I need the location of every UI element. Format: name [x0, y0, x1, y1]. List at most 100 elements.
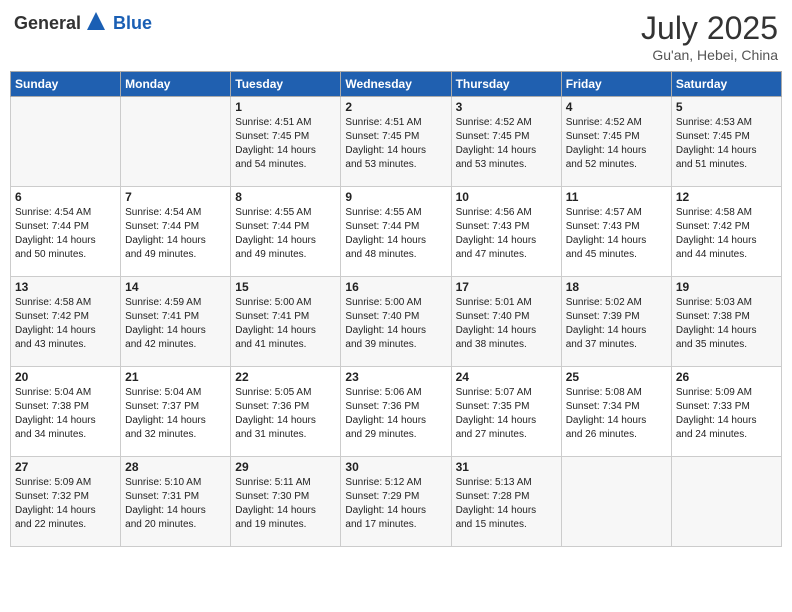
- day-info: Sunrise: 5:06 AM Sunset: 7:36 PM Dayligh…: [345, 386, 446, 442]
- day-info: Sunrise: 5:03 AM Sunset: 7:38 PM Dayligh…: [676, 296, 777, 352]
- day-info: Sunrise: 5:05 AM Sunset: 7:36 PM Dayligh…: [235, 386, 336, 442]
- header-cell-saturday: Saturday: [671, 72, 781, 97]
- day-number: 1: [235, 100, 336, 114]
- day-info: Sunrise: 4:56 AM Sunset: 7:43 PM Dayligh…: [456, 206, 557, 262]
- day-cell: 6 Sunrise: 4:54 AM Sunset: 7:44 PM Daylig…: [11, 187, 121, 277]
- day-number: 30: [345, 460, 446, 474]
- day-cell: 13 Sunrise: 4:58 AM Sunset: 7:42 PM Dayli…: [11, 277, 121, 367]
- day-number: 27: [15, 460, 116, 474]
- day-number: 16: [345, 280, 446, 294]
- day-info: Sunrise: 5:02 AM Sunset: 7:39 PM Dayligh…: [566, 296, 667, 352]
- day-cell: 24 Sunrise: 5:07 AM Sunset: 7:35 PM Dayli…: [451, 367, 561, 457]
- day-cell: 21 Sunrise: 5:04 AM Sunset: 7:37 PM Dayli…: [121, 367, 231, 457]
- day-cell: 20Sunrise: 5:04 AM Sunset: 7:38 PM Dayli…: [11, 367, 121, 457]
- day-cell: 26 Sunrise: 5:09 AM Sunset: 7:33 PM Dayli…: [671, 367, 781, 457]
- header-cell-friday: Friday: [561, 72, 671, 97]
- title-block: July 2025 Gu'an, Hebei, China: [641, 10, 778, 63]
- day-cell: 23 Sunrise: 5:06 AM Sunset: 7:36 PM Dayli…: [341, 367, 451, 457]
- day-number: 11: [566, 190, 667, 204]
- month-title: July 2025: [641, 10, 778, 47]
- day-cell: 4Sunrise: 4:52 AM Sunset: 7:45 PM Daylig…: [561, 97, 671, 187]
- day-number: 24: [456, 370, 557, 384]
- header-cell-monday: Monday: [121, 72, 231, 97]
- header-cell-sunday: Sunday: [11, 72, 121, 97]
- day-number: 8: [235, 190, 336, 204]
- day-info: Sunrise: 4:55 AM Sunset: 7:44 PM Dayligh…: [345, 206, 446, 262]
- day-info: Sunrise: 5:13 AM Sunset: 7:28 PM Dayligh…: [456, 476, 557, 532]
- day-number: 7: [125, 190, 226, 204]
- day-cell: 19Sunrise: 5:03 AM Sunset: 7:38 PM Dayli…: [671, 277, 781, 367]
- day-info: Sunrise: 5:00 AM Sunset: 7:41 PM Dayligh…: [235, 296, 336, 352]
- day-cell: [561, 457, 671, 547]
- day-cell: [121, 97, 231, 187]
- day-number: 25: [566, 370, 667, 384]
- day-cell: 22 Sunrise: 5:05 AM Sunset: 7:36 PM Dayli…: [231, 367, 341, 457]
- day-number: 6: [15, 190, 116, 204]
- day-info: Sunrise: 4:51 AM Sunset: 7:45 PM Dayligh…: [235, 116, 336, 172]
- week-row-4: 20Sunrise: 5:04 AM Sunset: 7:38 PM Dayli…: [11, 367, 782, 457]
- day-cell: 5 Sunrise: 4:53 AM Sunset: 7:45 PM Daylig…: [671, 97, 781, 187]
- day-number: 14: [125, 280, 226, 294]
- day-cell: 27 Sunrise: 5:09 AM Sunset: 7:32 PM Dayli…: [11, 457, 121, 547]
- day-number: 5: [676, 100, 777, 114]
- day-cell: 12Sunrise: 4:58 AM Sunset: 7:42 PM Dayli…: [671, 187, 781, 277]
- day-number: 20: [15, 370, 116, 384]
- day-info: Sunrise: 5:04 AM Sunset: 7:37 PM Dayligh…: [125, 386, 226, 442]
- header-cell-thursday: Thursday: [451, 72, 561, 97]
- day-number: 9: [345, 190, 446, 204]
- day-number: 28: [125, 460, 226, 474]
- day-number: 26: [676, 370, 777, 384]
- day-cell: 17 Sunrise: 5:01 AM Sunset: 7:40 PM Dayli…: [451, 277, 561, 367]
- logo: General Blue: [14, 10, 152, 37]
- day-number: 21: [125, 370, 226, 384]
- day-cell: 14Sunrise: 4:59 AM Sunset: 7:41 PM Dayli…: [121, 277, 231, 367]
- day-cell: [11, 97, 121, 187]
- logo-general: General: [14, 13, 81, 34]
- day-number: 15: [235, 280, 336, 294]
- day-number: 29: [235, 460, 336, 474]
- day-cell: 28Sunrise: 5:10 AM Sunset: 7:31 PM Dayli…: [121, 457, 231, 547]
- day-cell: 31Sunrise: 5:13 AM Sunset: 7:28 PM Dayli…: [451, 457, 561, 547]
- day-info: Sunrise: 5:12 AM Sunset: 7:29 PM Dayligh…: [345, 476, 446, 532]
- day-cell: 8 Sunrise: 4:55 AM Sunset: 7:44 PM Daylig…: [231, 187, 341, 277]
- day-info: Sunrise: 5:09 AM Sunset: 7:33 PM Dayligh…: [676, 386, 777, 442]
- day-cell: 9 Sunrise: 4:55 AM Sunset: 7:44 PM Daylig…: [341, 187, 451, 277]
- day-number: 4: [566, 100, 667, 114]
- page-header: General Blue July 2025 Gu'an, Hebei, Chi…: [10, 10, 782, 63]
- day-info: Sunrise: 4:57 AM Sunset: 7:43 PM Dayligh…: [566, 206, 667, 262]
- day-info: Sunrise: 5:09 AM Sunset: 7:32 PM Dayligh…: [15, 476, 116, 532]
- day-info: Sunrise: 4:54 AM Sunset: 7:44 PM Dayligh…: [125, 206, 226, 262]
- day-info: Sunrise: 4:53 AM Sunset: 7:45 PM Dayligh…: [676, 116, 777, 172]
- week-row-5: 27 Sunrise: 5:09 AM Sunset: 7:32 PM Dayli…: [11, 457, 782, 547]
- day-number: 22: [235, 370, 336, 384]
- day-info: Sunrise: 4:54 AM Sunset: 7:44 PM Dayligh…: [15, 206, 116, 262]
- logo-blue: Blue: [113, 13, 152, 34]
- week-row-1: 1 Sunrise: 4:51 AM Sunset: 7:45 PM Daylig…: [11, 97, 782, 187]
- day-info: Sunrise: 5:11 AM Sunset: 7:30 PM Dayligh…: [235, 476, 336, 532]
- day-cell: 25 Sunrise: 5:08 AM Sunset: 7:34 PM Dayli…: [561, 367, 671, 457]
- day-cell: 3Sunrise: 4:52 AM Sunset: 7:45 PM Daylig…: [451, 97, 561, 187]
- day-number: 17: [456, 280, 557, 294]
- day-cell: 1 Sunrise: 4:51 AM Sunset: 7:45 PM Daylig…: [231, 97, 341, 187]
- calendar-header-row: SundayMondayTuesdayWednesdayThursdayFrid…: [11, 72, 782, 97]
- day-cell: 2 Sunrise: 4:51 AM Sunset: 7:45 PM Daylig…: [341, 97, 451, 187]
- day-info: Sunrise: 5:08 AM Sunset: 7:34 PM Dayligh…: [566, 386, 667, 442]
- day-number: 10: [456, 190, 557, 204]
- day-number: 13: [15, 280, 116, 294]
- day-cell: 29 Sunrise: 5:11 AM Sunset: 7:30 PM Dayli…: [231, 457, 341, 547]
- day-number: 2: [345, 100, 446, 114]
- day-cell: 7 Sunrise: 4:54 AM Sunset: 7:44 PM Daylig…: [121, 187, 231, 277]
- day-number: 18: [566, 280, 667, 294]
- header-cell-wednesday: Wednesday: [341, 72, 451, 97]
- day-info: Sunrise: 4:55 AM Sunset: 7:44 PM Dayligh…: [235, 206, 336, 262]
- day-cell: 10 Sunrise: 4:56 AM Sunset: 7:43 PM Dayli…: [451, 187, 561, 277]
- day-number: 23: [345, 370, 446, 384]
- logo-icon: [85, 10, 107, 32]
- day-cell: 30 Sunrise: 5:12 AM Sunset: 7:29 PM Dayli…: [341, 457, 451, 547]
- day-info: Sunrise: 4:58 AM Sunset: 7:42 PM Dayligh…: [15, 296, 116, 352]
- calendar-body: 1 Sunrise: 4:51 AM Sunset: 7:45 PM Daylig…: [11, 97, 782, 547]
- day-cell: 16Sunrise: 5:00 AM Sunset: 7:40 PM Dayli…: [341, 277, 451, 367]
- day-info: Sunrise: 4:51 AM Sunset: 7:45 PM Dayligh…: [345, 116, 446, 172]
- day-info: Sunrise: 5:07 AM Sunset: 7:35 PM Dayligh…: [456, 386, 557, 442]
- day-info: Sunrise: 5:01 AM Sunset: 7:40 PM Dayligh…: [456, 296, 557, 352]
